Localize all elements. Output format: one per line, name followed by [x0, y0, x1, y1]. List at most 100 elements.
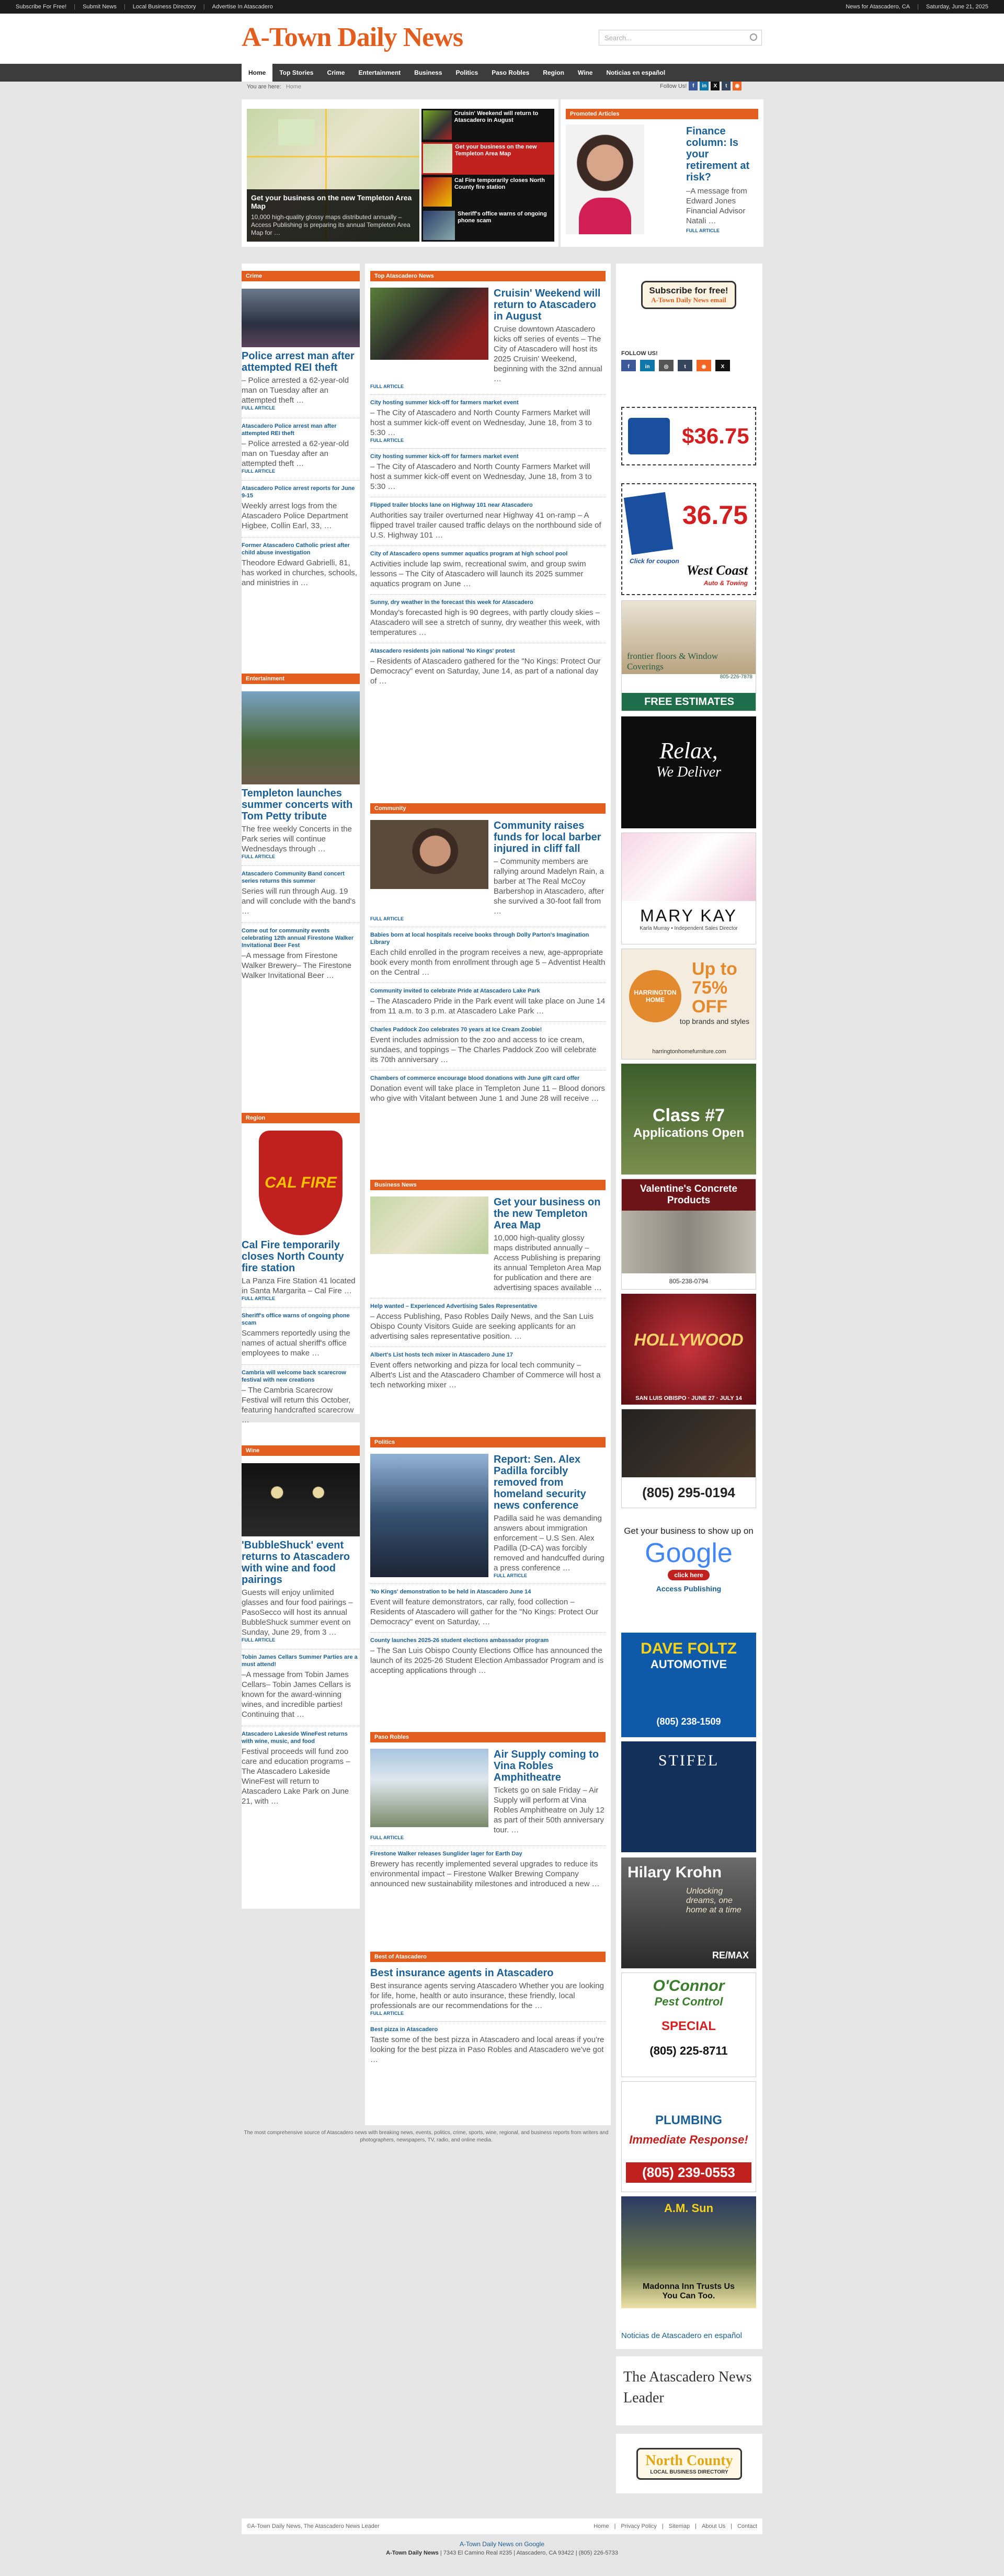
news-leader-box[interactable]: The Atascadero News Leader — [616, 2356, 762, 2425]
entertainment-image[interactable] — [242, 691, 360, 784]
top-news-item-more-link[interactable]: FULL ARTICLE — [370, 438, 606, 443]
dave-foltz-ad[interactable]: DAVE FOLTZ AUTOMOTIVE (805) 238-1509 — [621, 1633, 756, 1737]
best-more-link[interactable]: FULL ARTICLE — [370, 2011, 606, 2016]
wine-item-title[interactable]: Tobin James Cellars Summer Parties are a… — [242, 1654, 360, 1668]
featured-title[interactable]: Get your business on the new Templeton A… — [251, 193, 415, 210]
region-item-title[interactable]: Cambria will welcome back scarecrow fest… — [242, 1369, 360, 1384]
top-news-item-title[interactable]: Flipped trailer blocks lane on Highway 1… — [370, 501, 606, 509]
paso-image[interactable] — [370, 1749, 488, 1827]
frontier-floors-ad[interactable]: frontier floors & Window Coverings 805-2… — [621, 600, 756, 711]
nav-entertainment[interactable]: Entertainment — [351, 64, 407, 82]
best-item-title[interactable]: Best pizza in Atascadero — [370, 2026, 606, 2033]
community-title[interactable]: Community raises funds for local barber … — [494, 820, 606, 854]
featured-thumb-2[interactable]: Get your business on the new Templeton A… — [421, 142, 554, 175]
entertainment-item-title[interactable]: Come out for community events celebratin… — [242, 927, 360, 949]
best-title[interactable]: Best insurance agents in Atascadero — [370, 1967, 606, 1979]
top-news-image[interactable] — [370, 288, 488, 360]
leadership-ad[interactable]: Class #7 Applications Open — [621, 1064, 756, 1175]
politics-item-title[interactable]: County launches 2025-26 student election… — [370, 1637, 606, 1644]
footer-link-about[interactable]: About Us — [702, 2523, 725, 2529]
linkedin-icon[interactable]: in — [700, 82, 709, 90]
plumbing-ad[interactable]: PLUMBING Immediate Response! (805) 239-0… — [621, 2081, 756, 2192]
community-item-title[interactable]: Chambers of commerce encourage blood don… — [370, 1075, 606, 1082]
bold-ad[interactable]: (805) 295-0194 — [621, 1409, 756, 1508]
nav-home[interactable]: Home — [242, 64, 273, 82]
community-item-title[interactable]: Babies born at local hospitals receive b… — [370, 931, 606, 946]
paso-item-title[interactable]: Firestone Walker releases Sunglider lage… — [370, 1850, 606, 1857]
business-item-title[interactable]: Help wanted – Experienced Advertising Sa… — [370, 1303, 606, 1310]
nav-business[interactable]: Business — [407, 64, 449, 82]
nav-noticias[interactable]: Noticias en español — [599, 64, 672, 82]
top-news-item-title[interactable]: City hosting summer kick-off for farmers… — [370, 453, 606, 460]
footer-link-privacy[interactable]: Privacy Policy — [621, 2523, 656, 2529]
paso-more-link[interactable]: FULL ARTICLE — [370, 1835, 606, 1840]
top-link-subscribe[interactable]: Subscribe For Free! — [16, 4, 66, 10]
nav-region[interactable]: Region — [536, 64, 571, 82]
rss-icon[interactable]: ◉ — [697, 360, 711, 371]
facebook-icon[interactable]: f — [689, 82, 698, 90]
entertainment-item-title[interactable]: Atascadero Community Band concert series… — [242, 870, 360, 885]
search-input[interactable]: Search... — [599, 30, 762, 45]
region-more-link[interactable]: FULL ARTICLE — [242, 1296, 360, 1301]
featured-thumb-4[interactable]: Sheriff's office warns of ongoing phone … — [421, 209, 554, 242]
crime-title[interactable]: Police arrest man after attempted REI th… — [242, 350, 360, 373]
mary-kay-ad[interactable]: MARY KAY Karla Murray • Independent Sale… — [621, 833, 756, 944]
noticias-link[interactable]: Noticias de Atascadero en español — [621, 2331, 742, 2340]
crime-item-more-link[interactable]: FULL ARTICLE — [242, 469, 360, 474]
politics-image[interactable] — [370, 1454, 488, 1577]
region-title[interactable]: Cal Fire temporarily closes North County… — [242, 1239, 360, 1274]
google-ad[interactable]: Get your business to show up on Google c… — [621, 1522, 756, 1626]
hollywood-ad[interactable]: HOLLYWOOD SAN LUIS OBISPO · JUNE 27 · JU… — [621, 1294, 756, 1405]
wine-item-title[interactable]: Atascadero Lakeside WineFest returns wit… — [242, 1730, 360, 1745]
region-item-title[interactable]: Sheriff's office warns of ongoing phone … — [242, 1312, 360, 1327]
top-news-item-title[interactable]: City hosting summer kick-off for farmers… — [370, 399, 606, 406]
x-icon[interactable]: X — [715, 360, 730, 371]
nav-wine[interactable]: Wine — [571, 64, 600, 82]
crime-item-title[interactable]: Atascadero Police arrest reports for Jun… — [242, 485, 360, 499]
top-news-item-title[interactable]: Sunny, dry weather in the forecast this … — [370, 599, 606, 606]
community-item-title[interactable]: Charles Paddock Zoo celebrates 70 years … — [370, 1026, 606, 1033]
entertainment-more-link[interactable]: FULL ARTICLE — [242, 854, 360, 859]
business-item-title[interactable]: Albert's List hosts tech mixer in Atasca… — [370, 1351, 606, 1359]
featured-thumb-3[interactable]: Cal Fire temporarily closes North County… — [421, 176, 554, 208]
crime-more-link[interactable]: FULL ARTICLE — [242, 405, 360, 411]
promoted-more-link[interactable]: FULL ARTICLE — [686, 228, 758, 233]
top-link-submit-news[interactable]: Submit News — [83, 4, 117, 10]
footer-link-home[interactable]: Home — [594, 2523, 609, 2529]
business-title[interactable]: Get your business on the new Templeton A… — [494, 1196, 606, 1231]
site-logo[interactable]: A-Town Daily News — [242, 22, 463, 53]
community-item-title[interactable]: Community invited to celebrate Pride at … — [370, 987, 606, 995]
instagram-icon[interactable]: ◎ — [659, 360, 674, 371]
west-coast-coupon-ad[interactable]: 36.75 Click for coupon West Coast Auto &… — [621, 483, 756, 595]
am-sun-ad[interactable]: A.M. Sun Madonna Inn Trusts Us You Can T… — [621, 2196, 756, 2308]
hilary-krohn-ad[interactable]: Hilary Krohn Unlocking dreams, one home … — [621, 1857, 756, 1968]
facebook-icon[interactable]: f — [621, 360, 636, 371]
nav-politics[interactable]: Politics — [449, 64, 485, 82]
search-icon[interactable] — [750, 33, 757, 41]
wine-title[interactable]: 'BubbleShuck' event returns to Atascader… — [242, 1540, 360, 1586]
nav-paso-robles[interactable]: Paso Robles — [485, 64, 536, 82]
nav-top-stories[interactable]: Top Stories — [272, 64, 320, 82]
footer-link-contact[interactable]: Contact — [737, 2523, 757, 2529]
top-news-item-title[interactable]: Atascadero residents join national 'No K… — [370, 647, 606, 655]
noticias-link-box[interactable]: Noticias de Atascadero en español — [616, 2324, 762, 2349]
top-link-directory[interactable]: Local Business Directory — [133, 4, 196, 10]
valentines-concrete-ad[interactable]: Valentine's Concrete Products 805-238-07… — [621, 1179, 756, 1290]
tumblr-icon[interactable]: t — [678, 360, 692, 371]
harrington-home-ad[interactable]: HARRINGTON HOME Up to 75% OFF top brands… — [621, 949, 756, 1059]
north-county-box[interactable]: North County LOCAL BUSINESS DIRECTORY — [616, 2434, 762, 2493]
cal-fire-logo[interactable]: CAL FIRE — [259, 1131, 343, 1235]
subscribe-ad[interactable]: Subscribe for free! A-Town Daily News em… — [621, 274, 756, 316]
politics-item-title[interactable]: 'No Kings' demonstration to be held in A… — [370, 1588, 606, 1595]
wine-image[interactable] — [242, 1463, 360, 1536]
featured-thumb-1[interactable]: Cruisin' Weekend will return to Atascade… — [421, 109, 554, 141]
top-link-advertise[interactable]: Advertise In Atascadero — [212, 4, 273, 10]
crime-item-title[interactable]: Former Atascadero Catholic priest after … — [242, 542, 360, 556]
community-more-link[interactable]: FULL ARTICLE — [370, 916, 606, 921]
wine-more-link[interactable]: FULL ARTICLE — [242, 1637, 360, 1643]
x-icon[interactable]: X — [711, 82, 720, 90]
breadcrumb-home[interactable]: Home — [286, 84, 301, 90]
promoted-photo[interactable] — [566, 124, 644, 234]
smog-coupon-ad[interactable]: $36.75 — [621, 407, 756, 465]
business-image[interactable] — [370, 1196, 488, 1254]
